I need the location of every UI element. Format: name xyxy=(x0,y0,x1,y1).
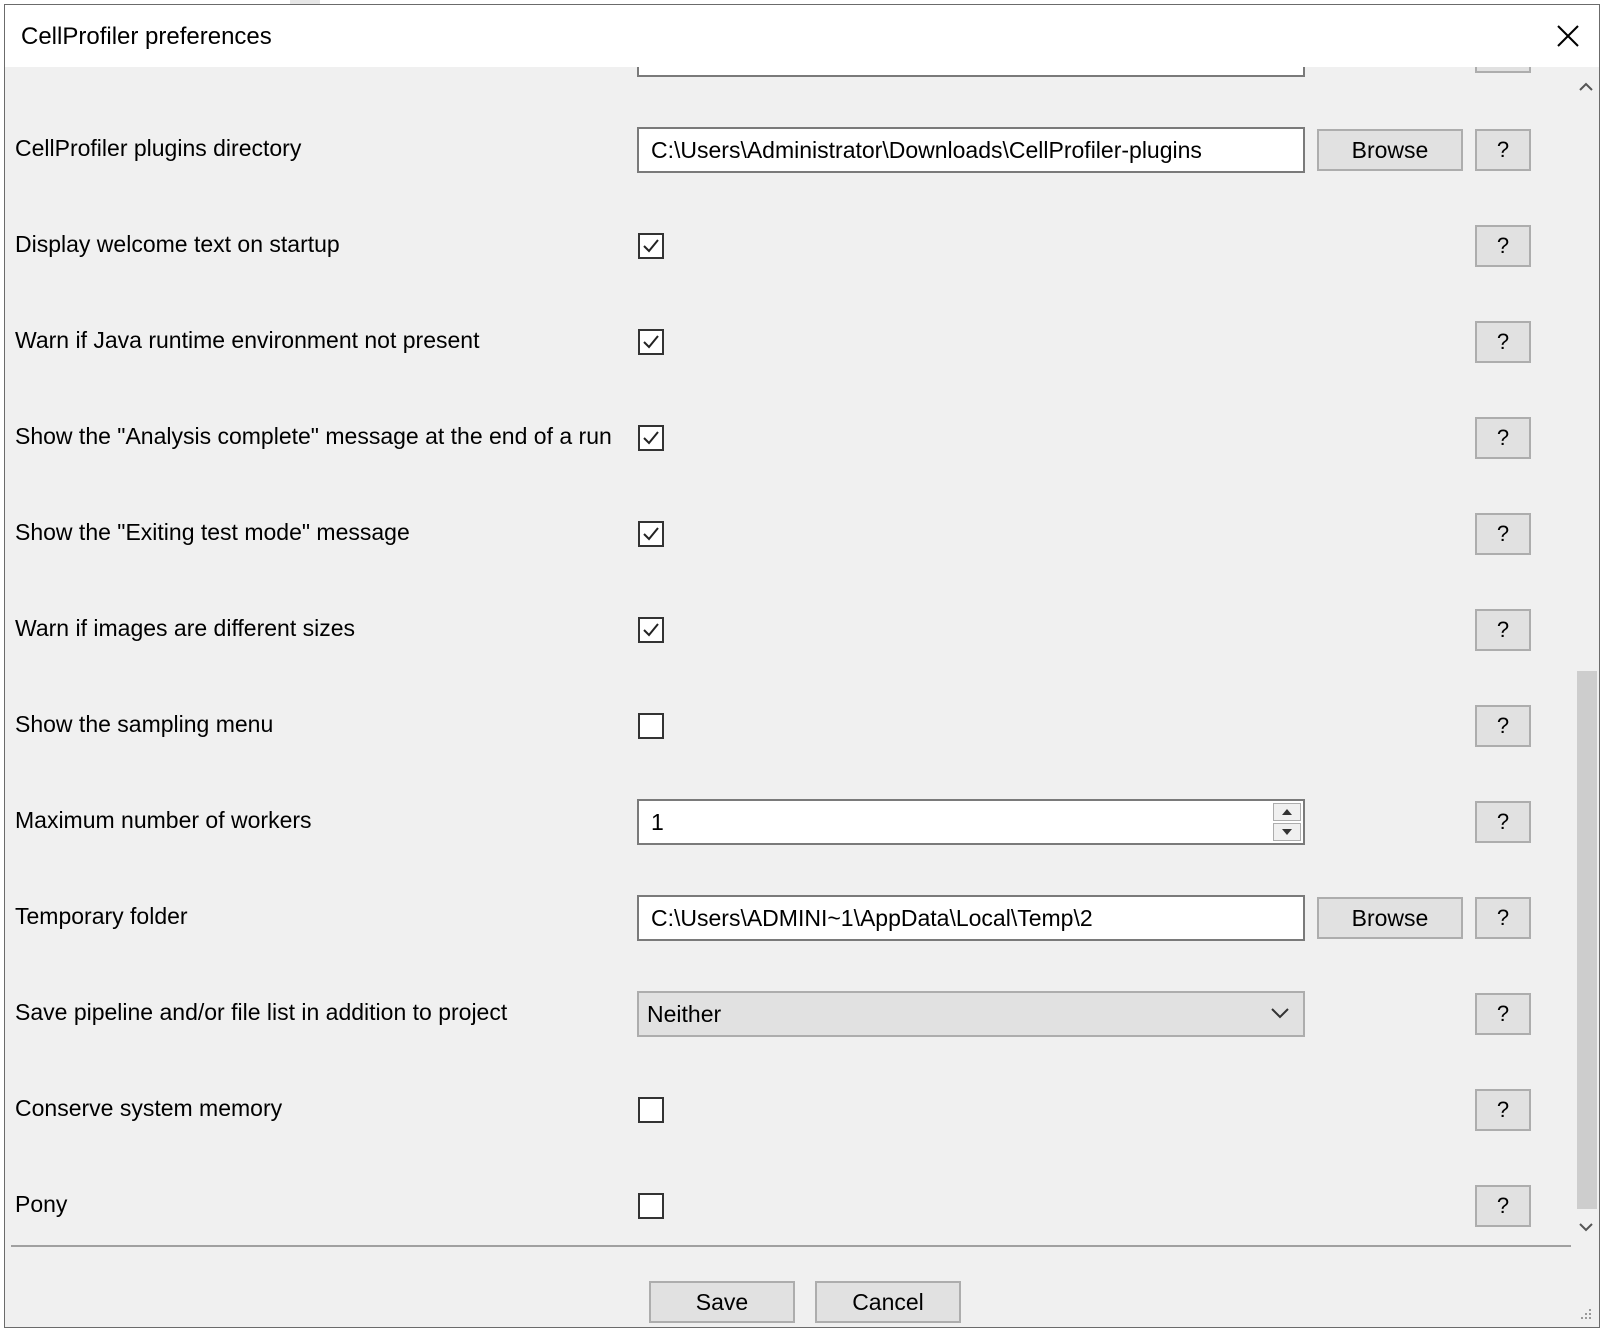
row-temp-folder: Temporary folder C:\Users\ADMINI~1\AppDa… xyxy=(5,895,1573,991)
warn-image-sizes-label: Warn if images are different sizes xyxy=(15,615,356,641)
save-pipeline-selected: Neither xyxy=(647,1001,722,1027)
chevron-down-icon xyxy=(1579,1223,1593,1232)
plugins-directory-input[interactable]: C:\Users\Administrator\Downloads\CellPro… xyxy=(637,127,1305,173)
exiting-test-mode-label: Show the "Exiting test mode" message xyxy=(15,519,410,545)
checkmark-icon xyxy=(643,527,659,541)
welcome-text-help-button[interactable]: ? xyxy=(1475,225,1531,267)
welcome-text-checkbox[interactable] xyxy=(638,233,664,259)
checkmark-icon xyxy=(643,431,659,445)
plugins-help-button[interactable]: ? xyxy=(1475,129,1531,171)
temp-folder-input[interactable]: C:\Users\ADMINI~1\AppData\Local\Temp\2 xyxy=(637,895,1305,941)
scroll-down-button[interactable] xyxy=(1573,1211,1599,1243)
sampling-menu-checkbox[interactable] xyxy=(638,713,664,739)
plugins-directory-label: CellProfiler plugins directory xyxy=(15,135,302,161)
row-warn-image-sizes: Warn if images are different sizes ? xyxy=(5,607,1573,703)
vertical-scrollbar[interactable] xyxy=(1573,67,1599,1247)
footer-divider xyxy=(11,1245,1571,1247)
resize-grip-icon[interactable] xyxy=(1575,1303,1593,1321)
max-workers-spinner[interactable] xyxy=(1273,803,1301,841)
chevron-up-icon xyxy=(1579,82,1593,91)
sampling-menu-label: Show the sampling menu xyxy=(15,711,274,737)
save-pipeline-help-button[interactable]: ? xyxy=(1475,993,1531,1035)
scroll-thumb[interactable] xyxy=(1577,671,1597,1209)
conserve-memory-help-button[interactable]: ? xyxy=(1475,1089,1531,1131)
preferences-dialog: CellProfiler preferences CellProfiler pl… xyxy=(4,4,1600,1328)
pony-label: Pony xyxy=(15,1191,68,1217)
row-max-workers: Maximum number of workers 1 ? xyxy=(5,799,1573,895)
pony-help-button[interactable]: ? xyxy=(1475,1185,1531,1227)
row-warn-java: Warn if Java runtime environment not pre… xyxy=(5,319,1573,415)
settings-panel: CellProfiler plugins directory C:\Users\… xyxy=(5,67,1573,1247)
max-workers-field[interactable]: 1 xyxy=(637,799,1305,845)
close-icon xyxy=(1557,25,1579,47)
checkmark-icon xyxy=(643,239,659,253)
conserve-memory-label: Conserve system memory xyxy=(15,1095,283,1121)
close-button[interactable] xyxy=(1537,5,1599,67)
pony-checkbox[interactable] xyxy=(638,1193,664,1219)
caret-down-icon xyxy=(1282,829,1292,835)
temp-folder-help-button[interactable]: ? xyxy=(1475,897,1531,939)
max-workers-label: Maximum number of workers xyxy=(15,807,312,833)
exiting-test-mode-checkbox[interactable] xyxy=(638,521,664,547)
save-pipeline-select[interactable]: Neither xyxy=(637,991,1305,1037)
max-workers-help-button[interactable]: ? xyxy=(1475,801,1531,843)
conserve-memory-checkbox[interactable] xyxy=(638,1097,664,1123)
warn-java-label: Warn if Java runtime environment not pre… xyxy=(15,327,480,353)
welcome-text-label: Display welcome text on startup xyxy=(15,231,340,257)
cut-off-help-button[interactable] xyxy=(1475,67,1531,73)
row-pony: Pony ? xyxy=(5,1183,1573,1247)
temp-folder-browse-button[interactable]: Browse xyxy=(1317,897,1463,939)
window-title: CellProfiler preferences xyxy=(21,23,272,50)
row-save-pipeline: Save pipeline and/or file list in additi… xyxy=(5,991,1573,1087)
row-conserve-memory: Conserve system memory ? xyxy=(5,1087,1573,1183)
save-button[interactable]: Save xyxy=(649,1281,795,1323)
exiting-test-mode-help-button[interactable]: ? xyxy=(1475,513,1531,555)
title-bar: CellProfiler preferences xyxy=(5,5,1599,67)
chevron-down-icon xyxy=(1271,1008,1289,1019)
max-workers-value: 1 xyxy=(651,809,664,835)
row-plugins-directory: CellProfiler plugins directory C:\Users\… xyxy=(5,127,1573,223)
cut-off-text-field[interactable] xyxy=(637,67,1305,77)
checkmark-icon xyxy=(643,335,659,349)
spin-down-button[interactable] xyxy=(1273,823,1301,841)
sampling-menu-help-button[interactable]: ? xyxy=(1475,705,1531,747)
save-pipeline-label: Save pipeline and/or file list in additi… xyxy=(15,999,508,1025)
analysis-complete-label: Show the "Analysis complete" message at … xyxy=(15,423,612,449)
analysis-complete-help-button[interactable]: ? xyxy=(1475,417,1531,459)
plugins-browse-button[interactable]: Browse xyxy=(1317,129,1463,171)
caret-up-icon xyxy=(1282,809,1292,815)
temp-folder-label: Temporary folder xyxy=(15,903,188,929)
analysis-complete-checkbox[interactable] xyxy=(638,425,664,451)
row-welcome-text: Display welcome text on startup ? xyxy=(5,223,1573,319)
row-sampling-menu: Show the sampling menu ? xyxy=(5,703,1573,799)
row-analysis-complete: Show the "Analysis complete" message at … xyxy=(5,415,1573,511)
warn-java-help-button[interactable]: ? xyxy=(1475,321,1531,363)
row-exiting-test-mode: Show the "Exiting test mode" message ? xyxy=(5,511,1573,607)
warn-java-checkbox[interactable] xyxy=(638,329,664,355)
warn-image-sizes-help-button[interactable]: ? xyxy=(1475,609,1531,651)
checkmark-icon xyxy=(643,623,659,637)
cancel-button[interactable]: Cancel xyxy=(815,1281,961,1323)
scroll-up-button[interactable] xyxy=(1573,71,1599,103)
warn-image-sizes-checkbox[interactable] xyxy=(638,617,664,643)
spin-up-button[interactable] xyxy=(1273,803,1301,821)
